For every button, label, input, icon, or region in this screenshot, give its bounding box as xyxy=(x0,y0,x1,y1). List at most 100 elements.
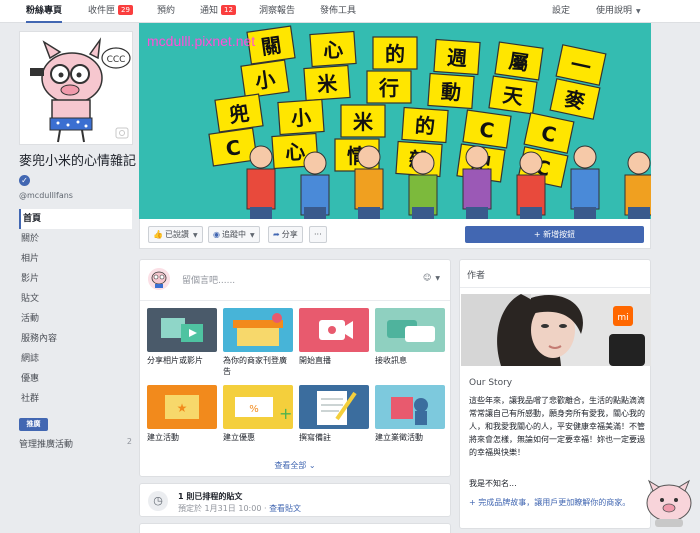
sidebar-item-posts[interactable]: 貼文 xyxy=(19,289,132,309)
sidebar-item-services[interactable]: 服務內容 xyxy=(19,329,132,349)
crowd-figure xyxy=(516,151,546,219)
page-title[interactable]: 麥兜小米的心情雜記 ✓ xyxy=(19,152,137,190)
sidebar-item-events[interactable]: 活動 xyxy=(19,309,132,329)
tile-label: 分享相片或影片 xyxy=(147,356,203,365)
sidebar-item-photos[interactable]: 相片 xyxy=(19,249,132,269)
note-pencil-icon xyxy=(299,385,369,429)
composer-avatar xyxy=(148,268,170,290)
storefront-icon xyxy=(223,308,293,352)
share-icon: ➦ xyxy=(273,230,280,239)
see-all-link[interactable]: 查看全部 ⌄ xyxy=(140,460,450,471)
tile-create-offer[interactable]: % + 建立優惠 xyxy=(223,385,293,443)
cover-sign-char: 心 xyxy=(284,139,306,164)
tile-go-live[interactable]: 開始直播 xyxy=(299,308,369,366)
chevron-down-icon: ▼ xyxy=(435,275,440,282)
tile-advertise[interactable]: 為你的商家刊登廣告 xyxy=(223,308,293,377)
more-button[interactable]: ··· xyxy=(309,226,327,243)
cover-sign: 屬 xyxy=(494,41,544,81)
event-ticket-icon: ★ xyxy=(147,385,217,429)
tile-label: 接收訊息 xyxy=(375,356,407,365)
inbox-count-badge: 29 xyxy=(118,5,133,15)
sidebar-item-offers[interactable]: 優惠 xyxy=(19,369,132,389)
tab-label: 洞察報告 xyxy=(259,6,296,16)
following-button[interactable]: ◉ 追蹤中 ▼ xyxy=(208,226,260,243)
cover-sign-char: 屬 xyxy=(507,49,530,76)
page-tab-bar: 粉絲專頁 收件匣 29 預約 通知 12 洞察報告 發佈工具 設定 使用說明 ▼ xyxy=(0,0,700,23)
add-button[interactable]: + 新增按鈕 xyxy=(465,226,644,243)
cover-sign-char: 米 xyxy=(353,110,374,134)
composer-input[interactable]: 留個言吧...... xyxy=(182,273,235,286)
sidebar-item-community[interactable]: 社群 xyxy=(19,389,132,409)
tile-write-note[interactable]: 撰寫備註 xyxy=(299,385,369,443)
manage-promotions-label: 管理推廣活動 xyxy=(19,440,74,450)
tab-settings[interactable]: 設定 xyxy=(552,0,570,23)
promote-button[interactable]: 推廣 xyxy=(19,418,48,431)
tile-share-photo-video[interactable]: 分享相片或影片 xyxy=(147,308,217,366)
cover-sign: 心 xyxy=(309,30,357,68)
cover-sign-char: 關 xyxy=(260,33,283,60)
pig-avatar-illustration: CCC xyxy=(20,32,132,144)
post-composer: 留個言吧...... ☺ ▼ 分享相片或影片 為你的商家刊登廣告 開始直播 接收訊… xyxy=(139,259,451,477)
tab-label: 使用說明 xyxy=(596,6,633,16)
cover-sign-char: 的 xyxy=(385,42,405,66)
tab-page[interactable]: 粉絲專頁 xyxy=(26,0,63,23)
cover-sign-char: 的 xyxy=(414,113,436,138)
tile-get-messages[interactable]: 接收訊息 xyxy=(375,308,445,366)
author-heading: 作者 xyxy=(467,271,486,281)
tile-label: 開始直播 xyxy=(299,356,331,365)
tab-publishing-tools[interactable]: 發佈工具 xyxy=(320,0,356,23)
tab-appointments[interactable]: 預約 xyxy=(157,0,175,23)
view-post-link[interactable]: 查看貼文 xyxy=(269,504,301,513)
share-button[interactable]: ➦ 分享 xyxy=(268,226,303,243)
pig-avatar-icon xyxy=(148,268,170,290)
job-icon xyxy=(375,385,445,429)
cover-sign-char: 米 xyxy=(316,71,339,96)
sidebar-item-about[interactable]: 關於 xyxy=(19,229,132,249)
liked-button[interactable]: 👍 已說讚 ▼ xyxy=(148,226,203,243)
chevron-down-icon: ▼ xyxy=(249,232,255,239)
tab-inbox[interactable]: 收件匣 29 xyxy=(88,0,133,23)
crowd-figure xyxy=(624,151,651,219)
tile-label: 撰寫備註 xyxy=(299,433,331,442)
complete-story-link[interactable]: + 完成品牌故事，讓用戶更加瞭解你的商家。 xyxy=(469,496,645,509)
verified-check-icon: ✓ xyxy=(19,175,30,186)
tile-create-event[interactable]: ★ 建立活動 xyxy=(147,385,217,443)
thumbs-up-icon: 👍 xyxy=(153,230,163,239)
cover-sign: C xyxy=(208,127,258,167)
tab-notifications[interactable]: 通知 12 xyxy=(200,0,236,23)
tile-create-job[interactable]: 建立業徵活動 xyxy=(375,385,445,443)
following-label: 追蹤中 xyxy=(221,230,246,239)
sidebar-item-notes[interactable]: 網誌 xyxy=(19,349,132,369)
scheduled-time: 預定於 1月31日 10:00 xyxy=(178,504,262,513)
cover-sign: 週 xyxy=(433,38,481,76)
cover-sign: C xyxy=(462,109,512,149)
mi-logo-text: mi xyxy=(617,313,628,323)
sidebar-item-home[interactable]: 首頁 xyxy=(19,209,132,229)
tab-help[interactable]: 使用說明 ▼ xyxy=(596,0,641,23)
cover-sign: 小 xyxy=(277,98,325,136)
story-cover-image[interactable]: mi xyxy=(461,294,651,366)
sidebar-item-videos[interactable]: 影片 xyxy=(19,269,132,289)
cover-sign: 米 xyxy=(303,64,351,102)
see-all-label: 查看全部 xyxy=(274,461,307,470)
pig-mascot-icon xyxy=(646,479,692,527)
audience-selector[interactable]: ☺ ▼ xyxy=(423,273,440,282)
cover-sign-char: 週 xyxy=(446,45,468,70)
tile-label: 建立優惠 xyxy=(223,433,255,442)
cover-photo[interactable]: 關心的週屬一小米行動天麥兜小米的CCC心情雜記C mcdulll.pixnet.… xyxy=(139,23,651,219)
chevron-down-icon: ▼ xyxy=(192,232,198,239)
page-username: @mcdulllfans xyxy=(19,191,73,200)
tab-label: 預約 xyxy=(157,6,176,16)
clock-icon: ◷ xyxy=(148,491,168,511)
cover-sign: 動 xyxy=(427,72,475,110)
tile-label: 為你的商家刊登廣告 xyxy=(223,356,287,376)
story-signature: 我是不知名... xyxy=(469,479,517,488)
tab-insights[interactable]: 洞察報告 xyxy=(259,0,295,23)
message-bubble-icon xyxy=(375,308,445,352)
cover-illustration: 關心的週屬一小米行動天麥兜小米的CCC心情雜記C xyxy=(139,23,651,219)
promotions-count: 2 xyxy=(126,437,132,446)
manage-promotions-link[interactable]: 管理推廣活動 2 xyxy=(19,437,132,450)
page-profile-picture[interactable]: CCC xyxy=(19,31,133,145)
cover-sign-char: 行 xyxy=(378,76,399,100)
svg-text:%: % xyxy=(249,404,259,415)
